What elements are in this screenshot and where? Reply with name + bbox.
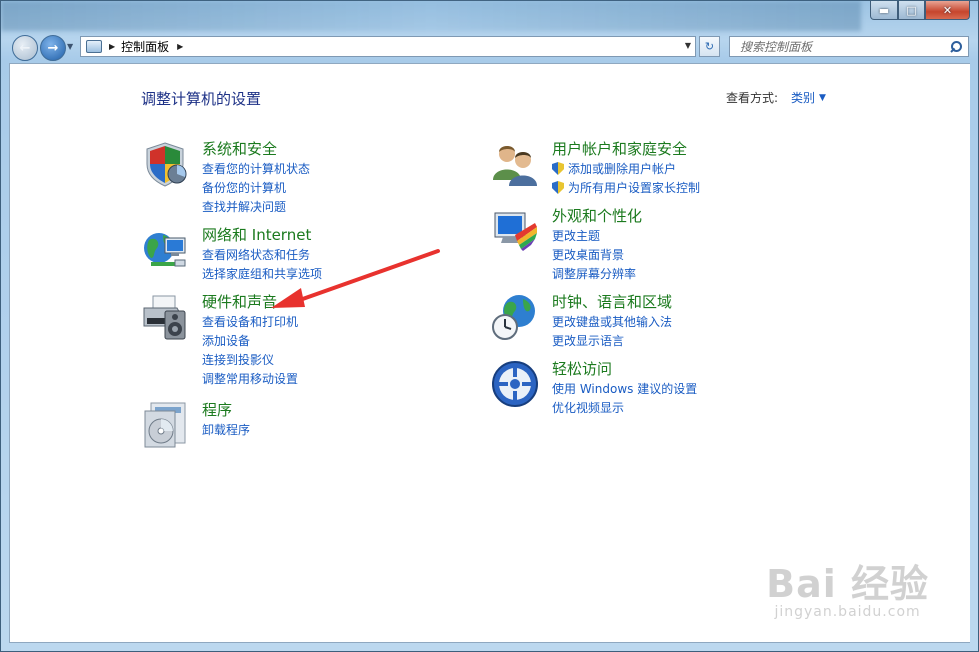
link-backup-computer[interactable]: 备份您的计算机	[202, 178, 310, 197]
link-devices-printers[interactable]: 查看设备和打印机	[202, 312, 298, 331]
link-display-language[interactable]: 更改显示语言	[552, 331, 672, 350]
maximize-icon: □	[906, 3, 917, 17]
link-label: 为所有用户设置家长控制	[568, 181, 701, 195]
category-links: 卸载程序	[202, 420, 250, 439]
link-homegroup-sharing[interactable]: 选择家庭组和共享选项	[202, 264, 322, 283]
monitor-palette-icon[interactable]	[491, 207, 539, 255]
maximize-button[interactable]: □	[898, 1, 925, 20]
breadcrumb-separator-icon[interactable]: ▶	[109, 42, 115, 51]
link-windows-recommended-settings[interactable]: 使用 Windows 建议的设置	[552, 379, 697, 398]
title-bar	[1, 1, 861, 31]
refresh-button[interactable]: ↻	[699, 36, 720, 57]
address-dropdown-icon[interactable]: ▼	[685, 41, 691, 50]
ease-of-access-icon[interactable]	[491, 360, 539, 408]
scrollbar[interactable]	[969, 64, 970, 642]
category-links: 查看您的计算机状态 备份您的计算机 查找并解决问题	[202, 159, 310, 216]
back-button[interactable]: ←	[12, 35, 38, 61]
link-view-network-status[interactable]: 查看网络状态和任务	[202, 245, 322, 264]
forward-arrow-icon: →	[47, 40, 59, 56]
link-add-device[interactable]: 添加设备	[202, 331, 298, 350]
search-input[interactable]	[738, 38, 950, 55]
category-links: 添加或删除用户帐户 为所有用户设置家长控制	[552, 159, 700, 197]
caption-buttons: ▬ □ ✕	[870, 1, 970, 20]
breadcrumb-control-panel[interactable]: 控制面板	[121, 38, 169, 55]
minimize-button[interactable]: ▬	[870, 1, 898, 20]
link-view-computer-status[interactable]: 查看您的计算机状态	[202, 159, 310, 178]
watermark-url: jingyan.baidu.com	[774, 604, 921, 620]
category-title-programs[interactable]: 程序	[202, 399, 232, 420]
view-by-value: 类别	[791, 91, 816, 105]
category-title-system-security[interactable]: 系统和安全	[202, 138, 277, 159]
search-box[interactable]	[729, 36, 969, 57]
category-title-hardware-sound[interactable]: 硬件和声音	[202, 291, 277, 312]
category-links: 更改键盘或其他输入法 更改显示语言	[552, 312, 672, 350]
link-change-theme[interactable]: 更改主题	[552, 226, 636, 245]
close-icon: ✕	[942, 3, 953, 17]
window-frame: ▬ □ ✕ ← → ▼ ▶ 控制面板 ▶ ▼ ↻ 调整计算机的设置 查看方式: …	[0, 0, 979, 652]
link-parental-controls[interactable]: 为所有用户设置家长控制	[552, 178, 700, 197]
uac-shield-icon	[552, 181, 564, 194]
clock-globe-icon[interactable]	[491, 293, 539, 341]
chevron-down-icon: ▼	[819, 92, 826, 103]
category-links: 查看网络状态和任务 选择家庭组和共享选项	[202, 245, 322, 283]
baidu-watermark: Bai 经验 jingyan.baidu.com	[766, 553, 929, 620]
printer-speaker-icon[interactable]	[141, 293, 189, 341]
programs-disc-icon[interactable]	[141, 401, 189, 449]
category-title-appearance[interactable]: 外观和个性化	[552, 205, 642, 226]
category-title-clock-language-region[interactable]: 时钟、语言和区域	[552, 291, 672, 312]
search-icon[interactable]	[950, 40, 962, 53]
link-desktop-background[interactable]: 更改桌面背景	[552, 245, 636, 264]
shield-icon[interactable]	[141, 140, 189, 188]
link-mobility-settings[interactable]: 调整常用移动设置	[202, 369, 298, 388]
category-title-user-accounts[interactable]: 用户帐户和家庭安全	[552, 138, 687, 159]
minimize-icon: ▬	[878, 3, 890, 17]
forward-button[interactable]: →	[40, 35, 66, 61]
category-title-ease-of-access[interactable]: 轻松访问	[552, 358, 612, 379]
link-optimize-visual-display[interactable]: 优化视频显示	[552, 398, 697, 417]
view-by-select[interactable]: 类别 ▼	[791, 89, 826, 106]
link-screen-resolution[interactable]: 调整屏幕分辨率	[552, 264, 636, 283]
recent-pages-dropdown[interactable]: ▼	[67, 42, 73, 51]
link-keyboard-input[interactable]: 更改键盘或其他输入法	[552, 312, 672, 331]
category-links: 更改主题 更改桌面背景 调整屏幕分辨率	[552, 226, 636, 283]
back-arrow-icon: ←	[19, 40, 31, 56]
link-connect-projector[interactable]: 连接到投影仪	[202, 350, 298, 369]
link-add-remove-accounts[interactable]: 添加或删除用户帐户	[552, 159, 700, 178]
users-icon[interactable]	[491, 140, 539, 188]
watermark-main: Bai 经验	[766, 562, 929, 606]
link-label: 添加或删除用户帐户	[568, 162, 677, 176]
content-pane: 调整计算机的设置 查看方式: 类别 ▼ 系统和安全 查看您的计算机状态 备份您的…	[9, 63, 970, 643]
link-uninstall-program[interactable]: 卸载程序	[202, 420, 250, 439]
address-bar[interactable]: ▶ 控制面板 ▶ ▼	[80, 36, 696, 57]
page-title: 调整计算机的设置	[141, 90, 262, 108]
breadcrumb-chevron-icon[interactable]: ▶	[177, 42, 183, 51]
category-links: 使用 Windows 建议的设置 优化视频显示	[552, 379, 697, 417]
close-button[interactable]: ✕	[925, 1, 970, 20]
link-troubleshoot[interactable]: 查找并解决问题	[202, 197, 310, 216]
control-panel-icon	[86, 40, 102, 53]
refresh-icon: ↻	[704, 40, 715, 53]
uac-shield-icon	[552, 162, 564, 175]
category-title-network-internet[interactable]: 网络和 Internet	[202, 224, 311, 245]
category-links: 查看设备和打印机 添加设备 连接到投影仪 调整常用移动设置	[202, 312, 298, 388]
view-by-label: 查看方式:	[726, 91, 779, 105]
network-globe-icon[interactable]	[141, 226, 189, 274]
